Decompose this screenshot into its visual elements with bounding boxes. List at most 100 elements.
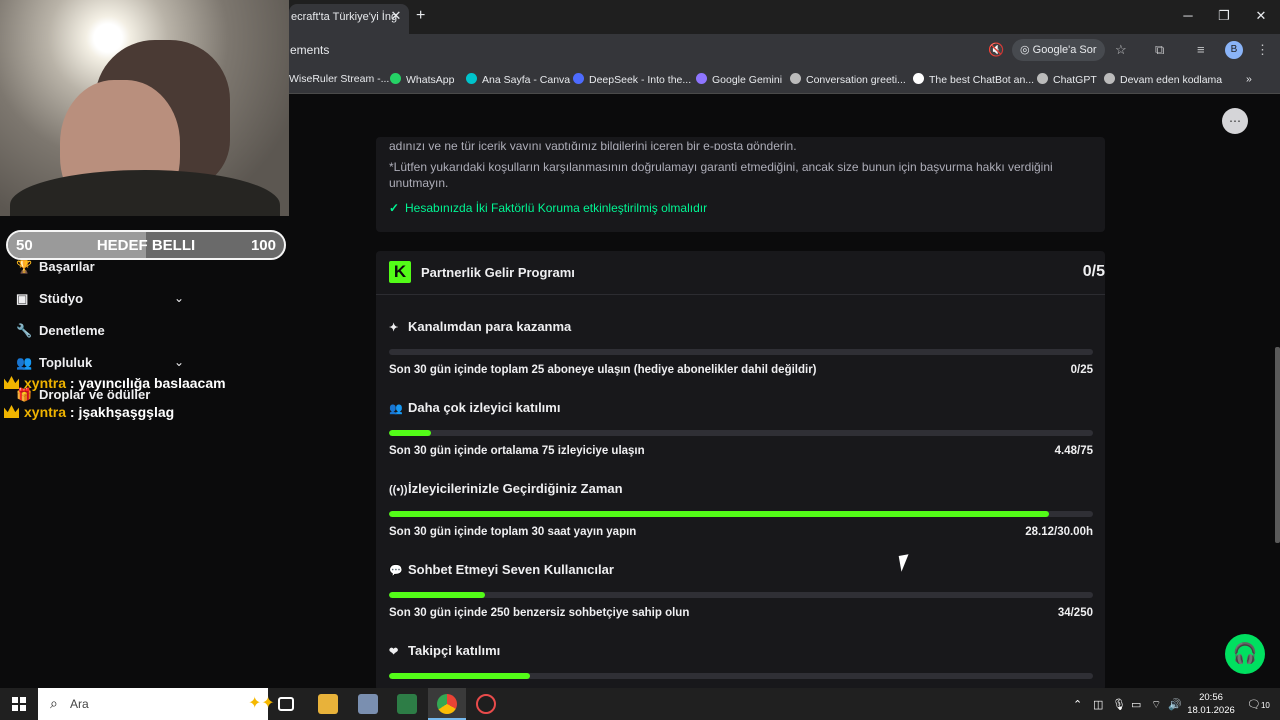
- sidebar-item-moderation[interactable]: 🔧 Denetleme: [16, 323, 105, 343]
- clock-time: 20:56: [1199, 692, 1223, 703]
- partner-program-card: [376, 251, 1105, 691]
- studio-icon: ▣: [16, 291, 29, 306]
- tray-app-icon[interactable]: ◫: [1093, 698, 1103, 711]
- media-control-icon[interactable]: ≡: [1197, 42, 1205, 57]
- page-scrollbar[interactable]: [1275, 347, 1280, 543]
- obs-icon[interactable]: [476, 694, 496, 714]
- ask-google-button[interactable]: ◎ Google'a Sor: [1012, 39, 1105, 61]
- wifi-icon[interactable]: ⌔: [1151, 698, 1161, 712]
- goal-max: 100: [250, 237, 276, 254]
- deepseek-icon: [573, 73, 584, 84]
- bookmark-item[interactable]: The best ChatBot an...: [913, 73, 1034, 86]
- requirement-value: 34/250: [1057, 607, 1093, 619]
- bookmark-item[interactable]: WiseRuler Stream -...: [289, 73, 389, 85]
- battery-icon[interactable]: ▭: [1131, 698, 1141, 711]
- bookmark-item[interactable]: Ana Sayfa - Canva: [466, 73, 570, 86]
- file-explorer-icon[interactable]: [318, 694, 338, 714]
- extensions-icon[interactable]: ⧉: [1155, 42, 1164, 58]
- muted-tab-icon[interactable]: 🔇: [988, 42, 1004, 58]
- store-icon[interactable]: [397, 694, 417, 714]
- info-text-line: *Lütfen yukarıdaki koşulların karşılanma…: [389, 160, 1053, 174]
- requirement-title: ((•))İzleyicilerinizle Geçirdiğiniz Zama…: [389, 481, 623, 496]
- requirement-progress-track: [389, 592, 1093, 598]
- bookmark-item[interactable]: Google Gemini: [696, 73, 782, 86]
- bookmark-item[interactable]: Devam eden kodlama: [1104, 73, 1222, 86]
- volume-icon[interactable]: 🔊: [1168, 698, 1182, 711]
- goal-bar: 50 HEDEF BELLI 100: [6, 230, 286, 260]
- sidebar-item-community[interactable]: 👥 Topluluk: [16, 355, 92, 375]
- bookmark-star-icon[interactable]: ☆: [1115, 42, 1127, 58]
- bookmark-item[interactable]: ChatGPT: [1037, 73, 1097, 86]
- chat-message: xyntra : jşakhşaşgşlag: [4, 404, 174, 420]
- requirement-title: 💬 Sohbet Etmeyi Seven Kullanıcılar: [389, 562, 614, 577]
- whatsapp-icon: [390, 73, 401, 84]
- tray-expand-icon[interactable]: ⌃: [1073, 698, 1082, 711]
- requirement-progress-track: [389, 511, 1093, 517]
- notification-icon[interactable]: 🗨10: [1247, 698, 1270, 711]
- bookmark-item[interactable]: Conversation greeti...: [790, 73, 906, 86]
- requirement-title: ❤ Takipçi katılımı: [389, 643, 501, 658]
- chevron-down-icon[interactable]: ⌄: [174, 291, 184, 305]
- streamer-shoulder: [10, 170, 280, 216]
- sidebar-item-studio[interactable]: ▣ Stüdyo: [16, 291, 83, 311]
- two-factor-requirement: ✓ Hesabınızda İki Faktörlü Koruma etkinle…: [389, 201, 708, 215]
- viewers-icon: 👥: [389, 403, 403, 415]
- requirement-progress-fill: [389, 673, 530, 679]
- requirement-progress-track: [389, 430, 1093, 436]
- restore-icon[interactable]: ❐: [1214, 8, 1234, 24]
- taskbar-clock[interactable]: 20:56 18.01.2026: [1186, 691, 1236, 717]
- chevron-down-icon[interactable]: ⌄: [174, 355, 184, 369]
- support-headset-icon[interactable]: 🎧: [1225, 634, 1265, 674]
- microphone-icon[interactable]: 🎙: [1112, 698, 1126, 711]
- community-icon: 👥: [16, 355, 33, 370]
- search-placeholder: Ara: [70, 697, 89, 711]
- bookmark-item[interactable]: DeepSeek - Into the...: [573, 73, 691, 86]
- close-window-icon[interactable]: ✕: [1251, 8, 1271, 24]
- partner-progress-count: 0/5: [1082, 263, 1105, 280]
- requirement-description: Son 30 gün içinde toplam 30 saat yayın y…: [389, 526, 637, 538]
- taskbar-search-input[interactable]: ⌕ Ara ✦✦: [38, 688, 275, 720]
- tab-close-icon[interactable]: ✕: [388, 8, 404, 24]
- goal-title: HEDEF BELLI: [96, 237, 196, 254]
- address-bar[interactable]: ements: [290, 43, 329, 57]
- scroll-top-icon[interactable]: ⋯: [1222, 108, 1248, 134]
- chatbot-icon: [913, 73, 924, 84]
- menu-kebab-icon[interactable]: ⋮: [1256, 42, 1269, 58]
- windows-taskbar: ⌕ Ara ✦✦ ⌃ ◫ 🎙 ▭ ⌔ 🔊 20:56 18.01.2026 🗨1…: [0, 688, 1280, 720]
- crown-icon: [4, 405, 19, 418]
- trophy-icon: 🏆: [16, 259, 33, 274]
- profile-avatar[interactable]: B: [1225, 41, 1243, 59]
- bookmark-item[interactable]: WhatsApp: [390, 73, 454, 86]
- requirement-description: Son 30 gün içinde ortalama 75 izleyiciye…: [389, 445, 645, 457]
- minimize-icon[interactable]: ─: [1178, 8, 1198, 23]
- requirement-progress-track: [389, 349, 1093, 355]
- google-lens-icon: ◎: [1020, 44, 1033, 56]
- gemini-icon: [696, 73, 707, 84]
- task-view-icon[interactable]: [278, 697, 294, 711]
- more-bookmarks-icon[interactable]: »: [1246, 73, 1252, 85]
- requirement-progress-track: [389, 673, 1093, 679]
- chat-text: : yayıncılığa baslaacam: [69, 375, 226, 391]
- requirement-description: Son 30 gün içinde toplam 25 aboneye ulaş…: [389, 364, 817, 376]
- info-text-line: adınızı ve ne tür içerik yayını yaptığın…: [389, 139, 797, 150]
- new-tab-icon[interactable]: +: [416, 7, 425, 25]
- requirement-value: 0/25: [1070, 364, 1093, 376]
- sidebar-item-achievements[interactable]: 🏆 Başarılar: [16, 259, 95, 279]
- clock-date: 18.01.2026: [1187, 705, 1235, 716]
- checkmark-icon: ✓: [389, 201, 400, 215]
- app-icon[interactable]: [358, 694, 378, 714]
- ask-google-label: Google'a Sor: [1032, 44, 1097, 56]
- chat-username: xyntra: [24, 404, 67, 420]
- chrome-icon[interactable]: [437, 694, 457, 714]
- canva-icon: [466, 73, 477, 84]
- tab-title: ecraft'ta Türkiye'yi İng: [291, 11, 398, 23]
- heart-icon: ❤: [389, 646, 399, 658]
- windows-start-icon[interactable]: [12, 697, 26, 711]
- requirement-title: ✦ Kanalımdan para kazanma: [389, 319, 572, 334]
- requirement-value: 4.48/75: [1054, 445, 1093, 457]
- partner-card-title: Partnerlik Gelir Programı: [421, 265, 575, 280]
- requirements-card-top: [376, 137, 1105, 232]
- requirement-title: 👥 Daha çok izleyici katılımı: [389, 400, 561, 415]
- requirement-progress-fill: [389, 592, 485, 598]
- chatgpt-icon: [1104, 73, 1115, 84]
